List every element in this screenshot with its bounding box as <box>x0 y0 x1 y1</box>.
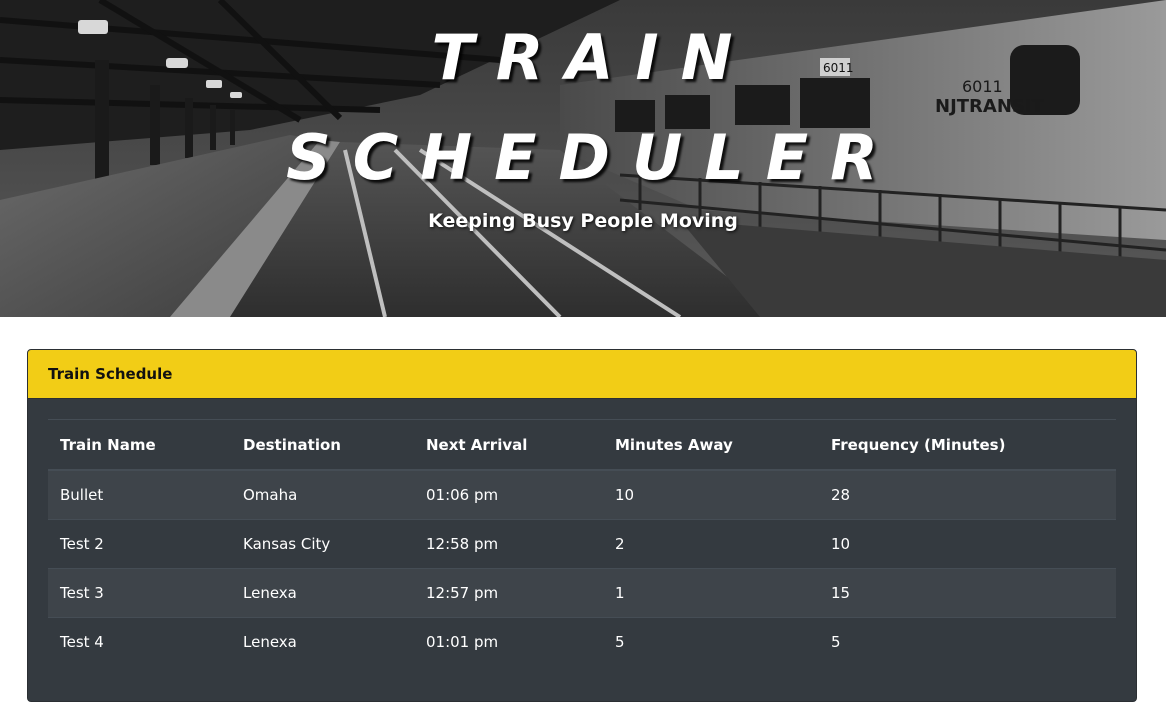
card-header: Train Schedule <box>28 350 1136 399</box>
table-row: Test 2 Kansas City 12:58 pm 2 10 <box>48 519 1116 569</box>
schedule-card: Train Schedule Train Name Destination Ne… <box>27 349 1137 702</box>
cell-train-name: Test 4 <box>48 617 231 666</box>
cell-train-name: Test 3 <box>48 568 231 618</box>
cell-destination: Lenexa <box>231 568 414 618</box>
column-header-destination: Destination <box>231 419 414 471</box>
card-body: Train Name Destination Next Arrival Minu… <box>28 399 1136 666</box>
cell-frequency: 5 <box>819 617 1116 666</box>
cell-frequency: 28 <box>819 469 1116 520</box>
cell-destination: Kansas City <box>231 519 414 569</box>
cell-train-name: Bullet <box>48 469 231 520</box>
cell-next-arrival: 12:58 pm <box>414 519 603 569</box>
svg-text:NJTRANSIT: NJTRANSIT <box>935 96 1045 117</box>
column-header-train-name: Train Name <box>48 419 231 471</box>
cell-frequency: 15 <box>819 568 1116 618</box>
table-row: Test 3 Lenexa 12:57 pm 1 15 <box>48 568 1116 618</box>
cell-minutes-away: 2 <box>603 519 819 569</box>
schedule-table: Train Name Destination Next Arrival Minu… <box>48 419 1116 666</box>
hero-banner: NJTRANSIT 6011 6011 TRAIN SCHEDULER Keep… <box>0 0 1166 317</box>
column-header-frequency: Frequency (Minutes) <box>819 419 1116 471</box>
table-row: Test 4 Lenexa 01:01 pm 5 5 <box>48 617 1116 666</box>
cell-next-arrival: 12:57 pm <box>414 568 603 618</box>
cell-destination: Omaha <box>231 469 414 520</box>
hero-subtitle: Keeping Busy People Moving <box>428 210 738 232</box>
table-row: Bullet Omaha 01:06 pm 10 28 <box>48 469 1116 520</box>
table-header-row: Train Name Destination Next Arrival Minu… <box>48 419 1116 471</box>
cell-next-arrival: 01:01 pm <box>414 617 603 666</box>
column-header-minutes-away: Minutes Away <box>603 419 819 471</box>
column-header-next-arrival: Next Arrival <box>414 419 603 471</box>
cell-frequency: 10 <box>819 519 1116 569</box>
hero-title-line-1: TRAIN <box>431 21 755 94</box>
cell-next-arrival: 01:06 pm <box>414 469 603 520</box>
cell-minutes-away: 1 <box>603 568 819 618</box>
cell-minutes-away: 5 <box>603 617 819 666</box>
cell-train-name: Test 2 <box>48 519 231 569</box>
hero-title-line-2: SCHEDULER <box>286 121 900 194</box>
cell-destination: Lenexa <box>231 617 414 666</box>
cell-minutes-away: 10 <box>603 469 819 520</box>
